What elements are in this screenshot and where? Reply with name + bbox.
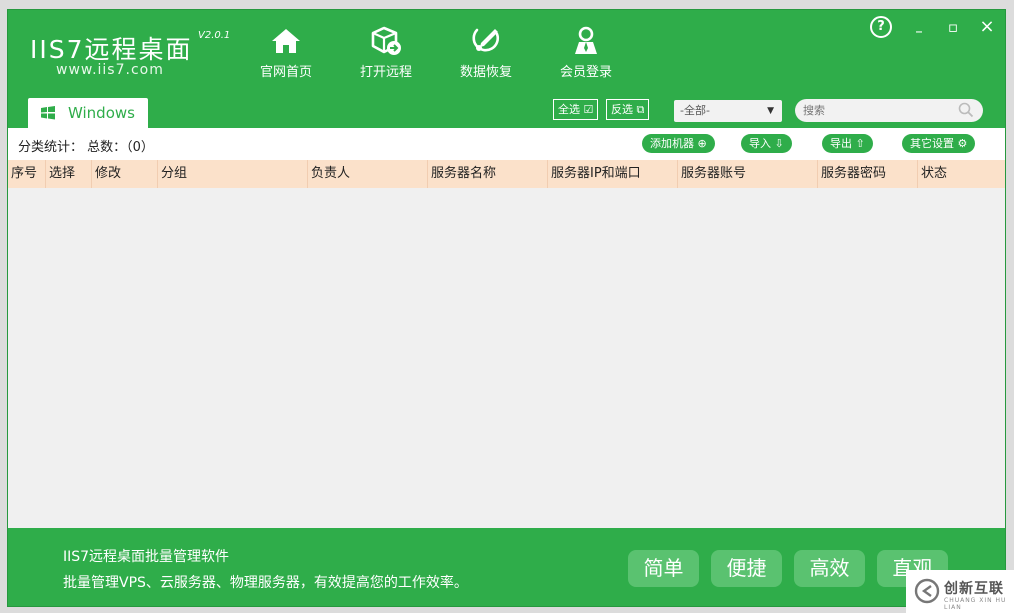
tab-windows-label: Windows [68,104,135,122]
add-machine-label: 添加机器 [650,137,694,150]
logo-title: IIS7远程桌面 [30,35,193,64]
column-header-owner[interactable]: 负责人 [307,160,427,188]
invert-icon: ⧉ [636,103,645,116]
export-label: 导出 [830,137,852,150]
nav-data-recovery-label: 数据恢复 [459,65,512,80]
nav-data-recovery[interactable]: 数据恢复 [446,24,526,80]
maximize-button[interactable]: ▫ [940,14,966,40]
tab-windows[interactable]: Windows [28,98,148,128]
close-button[interactable]: × [974,14,1000,40]
nav-member-login-label: 会员登录 [559,65,612,80]
column-header-server-name[interactable]: 服务器名称 [427,160,547,188]
export-icon: ⇧ [855,137,865,150]
import-icon: ⇩ [774,137,784,150]
other-settings-label: 其它设置 [910,137,954,150]
nav-open-remote[interactable]: 打开远程 [346,24,426,80]
list-toolbar: 分类统计： 总数：（0） 添加机器 ⊕ 导入 ⇩ 导出 ⇧ 其它设置 ⚙ [8,128,1005,160]
main-frame: IIS7远程桌面 V2.0.1 www.iis7.com 官网首页 打开远程 数… [7,9,1006,607]
feature-simple-button[interactable]: 简单 [628,550,699,587]
checkbox-icon: ☑ [583,103,594,116]
search-icon[interactable] [958,102,974,118]
invert-select-button[interactable]: 反选 ⧉ [606,99,650,120]
stats-label: 分类统计： 总数：（0） [18,140,154,155]
gear-icon: ⚙ [957,137,968,150]
column-header-server-ip[interactable]: 服务器IP和端口 [547,160,677,188]
feature-convenient-button[interactable]: 便捷 [711,550,782,587]
watermark-logo-icon [914,578,940,604]
minimize-button[interactable]: – [906,18,932,44]
nav-open-remote-label: 打开远程 [359,65,412,80]
nav-member-login[interactable]: 会员登录 [546,24,626,80]
import-label: 导入 [749,137,771,150]
footer-title: IIS7远程桌面批量管理软件 [63,549,230,565]
select-all-label: 全选 [558,103,580,116]
column-header-account[interactable]: 服务器账号 [677,160,817,188]
help-button[interactable]: ? [870,16,892,38]
column-header-group[interactable]: 分组 [157,160,307,188]
windows-logo-icon [41,106,55,120]
column-header-password[interactable]: 服务器密码 [817,160,917,188]
nav-home[interactable]: 官网首页 [246,24,326,80]
column-header-index[interactable]: 序号 [8,160,45,188]
search-input[interactable] [795,99,983,122]
footer-description: 批量管理VPS、云服务器、物理服务器，有效提高您的工作效率。 [63,575,468,591]
group-select[interactable]: -全部- ▼ [674,100,782,122]
other-settings-button[interactable]: 其它设置 ⚙ [902,134,976,153]
wrench-icon [472,28,499,52]
chevron-down-icon: ▼ [767,106,774,116]
server-list-panel: 分类统计： 总数：（0） 添加机器 ⊕ 导入 ⇩ 导出 ⇧ 其它设置 ⚙ 序号 … [8,128,1005,528]
column-header-status[interactable]: 状态 [917,160,1005,188]
group-select-value: -全部- [680,104,710,117]
home-icon [272,29,300,53]
add-machine-button[interactable]: 添加机器 ⊕ [642,134,715,153]
watermark-subtext: CHUANG XIN HU LIAN [944,597,1007,611]
export-button[interactable]: 导出 ⇧ [822,134,873,153]
plus-circle-icon: ⊕ [697,137,707,150]
nav-home-label: 官网首页 [259,65,312,80]
invert-select-label: 反选 [611,103,633,116]
watermark: 创新互联 CHUANG XIN HU LIAN [906,570,1014,613]
user-icon [575,26,597,54]
table-header: 序号 选择 修改 分组 负责人 服务器名称 服务器IP和端口 服务器账号 服务器… [8,160,1005,188]
column-header-edit[interactable]: 修改 [91,160,157,188]
import-button[interactable]: 导入 ⇩ [741,134,792,153]
app-window: IIS7远程桌面 V2.0.1 www.iis7.com 官网首页 打开远程 数… [0,0,1014,613]
column-header-select[interactable]: 选择 [45,160,91,188]
watermark-text: 创新互联 [944,581,1004,597]
version-label: V2.0.1 [198,30,231,41]
feature-efficient-button[interactable]: 高效 [794,550,865,587]
remote-box-icon [371,26,401,55]
select-all-button[interactable]: 全选 ☑ [553,99,599,120]
logo-url: www.iis7.com [56,62,164,78]
